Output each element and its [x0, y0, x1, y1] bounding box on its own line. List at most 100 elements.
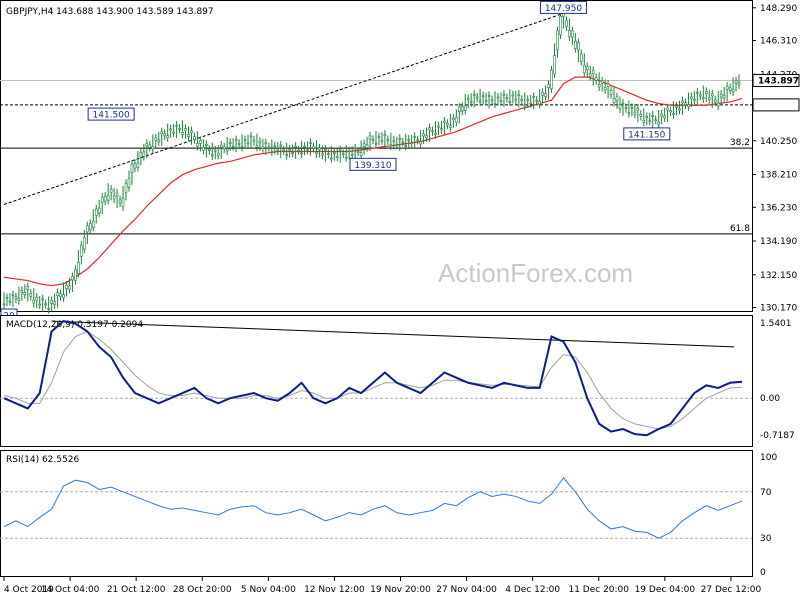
candle-body — [44, 303, 47, 306]
candle-body — [588, 73, 592, 77]
candle-body — [440, 128, 443, 131]
candle-body — [648, 120, 652, 123]
y-tick-label: 136.230 — [760, 203, 797, 213]
candle-body — [335, 156, 339, 158]
candle-body — [731, 89, 735, 93]
candle-body — [609, 90, 613, 95]
candle-body — [300, 152, 303, 155]
candle-body — [538, 101, 541, 105]
candle-body — [184, 128, 187, 131]
candle-body — [550, 69, 553, 89]
candle-body — [490, 99, 494, 102]
candle-body — [624, 107, 628, 109]
candle-body — [383, 134, 387, 136]
candle-body — [713, 99, 717, 103]
candle-body — [553, 55, 556, 75]
candle-body — [187, 134, 190, 137]
candle-body — [50, 300, 53, 304]
y-tick-label: 148.290 — [760, 4, 797, 14]
candle-body — [425, 135, 428, 139]
candle-body — [68, 285, 71, 290]
candle-body — [145, 143, 149, 147]
candle-body — [279, 144, 283, 147]
candle-body — [633, 111, 637, 115]
candle-body — [523, 104, 527, 107]
fib-level-label: 61.8 — [730, 224, 750, 234]
rsi-panel: RSI(14) 62.5526 100 70 30 0 — [0, 450, 777, 578]
candle-body — [687, 104, 690, 108]
candle-body — [707, 97, 711, 101]
y-tick-label: 134.190 — [760, 237, 797, 247]
candle-body — [261, 146, 265, 149]
candle-body — [154, 137, 158, 141]
y-tick-label: 140.250 — [760, 137, 797, 147]
candle-body — [681, 100, 684, 104]
candle-body — [249, 135, 253, 138]
candle-body — [20, 290, 24, 293]
rsi-y-tick-label: 70 — [760, 488, 772, 498]
candle-body — [594, 77, 598, 81]
candle-body — [544, 93, 547, 97]
candle-body — [199, 140, 202, 144]
candle-body — [47, 308, 50, 310]
macd-y-axis: 1.5401 0.00 -0.7187 — [760, 319, 795, 441]
candle-body — [395, 144, 399, 147]
candle-body — [124, 183, 128, 193]
candle-body — [728, 87, 732, 91]
candle-body — [368, 135, 372, 140]
candle-body — [88, 223, 92, 231]
candle-body — [380, 139, 384, 142]
candle-body — [252, 139, 256, 142]
candle-body — [267, 146, 271, 149]
candle-body — [526, 99, 530, 101]
candle-body — [350, 154, 354, 156]
candle-body — [434, 132, 437, 135]
candle-body — [29, 293, 33, 297]
candle-body — [719, 93, 723, 98]
macd-panel: MACD(12,26,9) 0.3197 0.2094 1.5401 0.00 -0… — [0, 315, 795, 447]
candle-body — [571, 30, 574, 38]
candle-body — [630, 107, 634, 109]
candle-body — [38, 303, 42, 306]
candle-body — [130, 163, 134, 174]
candle-body — [574, 40, 577, 49]
candle-body — [243, 139, 247, 141]
candle-body — [710, 93, 714, 97]
candle-body — [312, 146, 315, 149]
candle-body — [205, 143, 208, 146]
candle-body — [585, 66, 589, 71]
candle-body — [639, 114, 643, 117]
candle-body — [270, 151, 274, 153]
candle-body — [469, 101, 473, 103]
candle-body — [151, 146, 155, 150]
candle-body — [181, 132, 184, 135]
price-label: 141.500 — [93, 111, 130, 121]
x-tick-label: 5 Nov 04:00 — [241, 585, 296, 595]
candle-body — [419, 141, 422, 145]
candle-body — [407, 138, 411, 141]
candle-body — [422, 133, 425, 137]
candle-body — [693, 99, 696, 101]
candle-body — [737, 82, 741, 86]
candle-body — [353, 147, 357, 150]
candle-body — [431, 130, 434, 132]
rsi-y-axis: 100 70 30 0 — [760, 453, 777, 578]
candle-body — [216, 152, 220, 156]
candle-body — [59, 293, 62, 297]
candle-body — [428, 127, 431, 131]
x-tick-label: 27 Dec 12:00 — [701, 585, 762, 595]
candle-body — [666, 107, 669, 111]
candle-body — [148, 144, 152, 148]
fib-level-label: 38.2 — [730, 138, 750, 148]
candle-body — [178, 128, 181, 130]
x-tick-label: 12 Nov 12:00 — [304, 585, 365, 595]
candle-body — [577, 42, 580, 51]
candle-body — [56, 292, 59, 296]
candle-body — [86, 225, 89, 233]
candle-body — [663, 115, 666, 119]
candle-body — [106, 194, 110, 201]
candle-body — [517, 93, 521, 96]
candle-body — [591, 70, 595, 74]
candle-body — [502, 93, 506, 96]
candle-body — [699, 94, 702, 97]
